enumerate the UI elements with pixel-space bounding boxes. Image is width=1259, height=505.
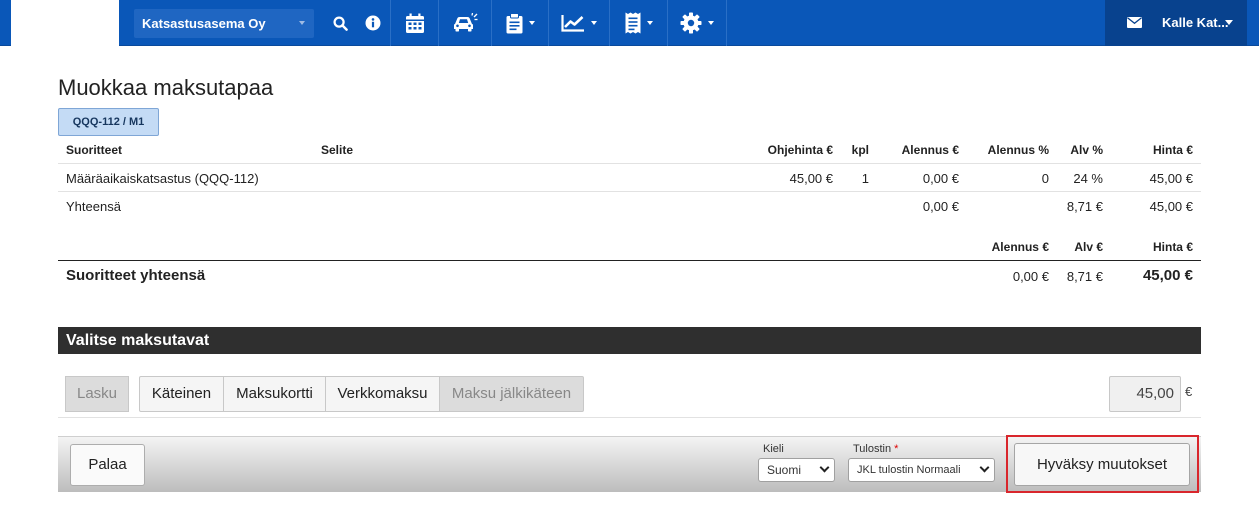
- required-marker: *: [894, 443, 899, 455]
- payment-maksukortti-button[interactable]: Maksukortti: [223, 376, 326, 412]
- chart-line-icon: [561, 15, 584, 32]
- col-header-suoritteet: Suoritteet: [66, 143, 123, 157]
- col-header-alennus-pct: Alennus %: [987, 143, 1049, 157]
- language-select[interactable]: Suomi: [758, 458, 835, 482]
- totals-header-row: Alennus € Alv € Hinta €: [58, 233, 1201, 261]
- totals-header-alennus: Alennus €: [991, 240, 1049, 254]
- col-header-kpl: kpl: [851, 143, 869, 157]
- col-header-selite: Selite: [321, 143, 354, 157]
- cell-alv-pct: 24 %: [1073, 171, 1103, 186]
- col-header-alennus-eur: Alennus €: [901, 143, 959, 157]
- col-header-hinta: Hinta €: [1152, 143, 1193, 157]
- search-button[interactable]: [329, 0, 351, 46]
- chevron-down-icon: [299, 21, 305, 25]
- chevron-down-icon: [528, 21, 535, 25]
- cell-suorite: Määräaikaiskatsastus (QQQ-112): [66, 171, 259, 186]
- totals-alv: 8,71 €: [1066, 269, 1103, 284]
- back-button[interactable]: Palaa: [70, 444, 145, 486]
- tab-vehicle-plate[interactable]: QQQ-112 / M1: [58, 108, 159, 136]
- page-title: Muokkaa maksutapaa: [58, 75, 274, 100]
- chevron-down-icon: [591, 21, 597, 25]
- logo[interactable]: [11, 0, 119, 46]
- subtotal-alv: 8,71 €: [1066, 199, 1103, 214]
- cell-hinta: 45,00 €: [1149, 171, 1193, 186]
- clipboard-icon: [506, 12, 522, 33]
- payment-jalkikateen-button[interactable]: Maksu jälkikäteen: [439, 376, 584, 412]
- chevron-down-icon: [819, 462, 830, 473]
- user-menu[interactable]: Kalle Kat...: [1105, 0, 1247, 46]
- printer-select-value: JKL tulostin Normaali: [857, 464, 961, 476]
- settings-menu[interactable]: [668, 0, 726, 46]
- envelope-icon[interactable]: [1127, 17, 1142, 28]
- totals-row: Suoritteet yhteensä 0,00 € 8,71 € 45,00 …: [58, 262, 1201, 290]
- station-selector-label: Katsastusasema Oy: [142, 16, 266, 31]
- language-label: Kieli: [763, 443, 784, 455]
- footer-action-bar: Palaa Kieli Suomi Tulostin * JKL tulosti…: [58, 435, 1201, 493]
- payment-lasku-button[interactable]: Lasku: [65, 376, 129, 412]
- inspections-menu[interactable]: [492, 0, 548, 46]
- printer-select[interactable]: JKL tulostin Normaali: [848, 458, 995, 482]
- chevron-down-icon: [646, 21, 653, 25]
- subtotal-alennus: 0,00 €: [922, 199, 959, 214]
- top-navigation-bar: Katsastusasema Oy Kalle Kat...: [0, 0, 1259, 46]
- info-button[interactable]: [363, 0, 383, 46]
- chevron-down-icon: [708, 21, 714, 25]
- subtotal-label: Yhteensä: [66, 199, 121, 214]
- subtotal-row: Yhteensä 0,00 € 8,71 € 45,00 €: [58, 192, 1201, 220]
- col-header-ohjehinta: Ohjehinta €: [767, 143, 833, 157]
- totals-label: Suoritteet yhteensä: [66, 267, 206, 284]
- search-icon: [332, 15, 348, 31]
- cell-ohjehinta: 45,00 €: [789, 171, 833, 186]
- totals-alennus: 0,00 €: [1012, 269, 1049, 284]
- calendar-icon: [405, 13, 424, 33]
- table-header-row: Suoritteet Selite Ohjehinta € kpl Alennu…: [58, 136, 1201, 164]
- divider: [726, 0, 727, 46]
- totals-header-alv: Alv €: [1074, 240, 1103, 254]
- reports-menu[interactable]: [549, 0, 609, 46]
- totals-header-hinta: Hinta €: [1152, 240, 1193, 254]
- car-icon: [453, 13, 477, 32]
- vehicle-button[interactable]: [439, 0, 490, 46]
- printer-label: Tulostin *: [853, 443, 898, 455]
- totals-hinta: 45,00 €: [1142, 267, 1193, 284]
- subtotal-hinta: 45,00 €: [1149, 199, 1193, 214]
- col-header-alv-pct: Alv %: [1070, 143, 1103, 157]
- printer-label-text: Tulostin: [853, 443, 892, 455]
- approve-changes-button[interactable]: Hyväksy muutokset: [1014, 443, 1190, 486]
- info-icon: [365, 15, 381, 31]
- chevron-down-icon: [979, 462, 990, 473]
- cell-kpl: 1: [861, 171, 869, 186]
- table-row: Määräaikaiskatsastus (QQQ-112) 45,00 € 1…: [58, 164, 1201, 192]
- gear-icon: [680, 12, 702, 34]
- payment-kateinen-button[interactable]: Käteinen: [139, 376, 224, 412]
- invoices-menu[interactable]: [610, 0, 667, 46]
- user-name[interactable]: Kalle Kat...: [1162, 15, 1228, 30]
- currency-label: €: [1185, 384, 1193, 399]
- cell-alennus-eur: 0,00 €: [922, 171, 959, 186]
- cell-alennus-pct: 0: [1041, 171, 1049, 186]
- calendar-button[interactable]: [391, 0, 438, 46]
- amount-input[interactable]: 45,00: [1109, 376, 1181, 412]
- receipt-icon: [625, 12, 640, 34]
- section-title: Valitse maksutavat: [58, 327, 1201, 354]
- station-selector[interactable]: Katsastusasema Oy: [134, 9, 314, 38]
- language-select-value: Suomi: [767, 463, 802, 477]
- chevron-down-icon: [1225, 20, 1233, 25]
- payment-verkkomaksu-button[interactable]: Verkkomaksu: [325, 376, 440, 412]
- payment-methods-row: Lasku Käteinen Maksukortti Verkkomaksu M…: [58, 364, 1201, 418]
